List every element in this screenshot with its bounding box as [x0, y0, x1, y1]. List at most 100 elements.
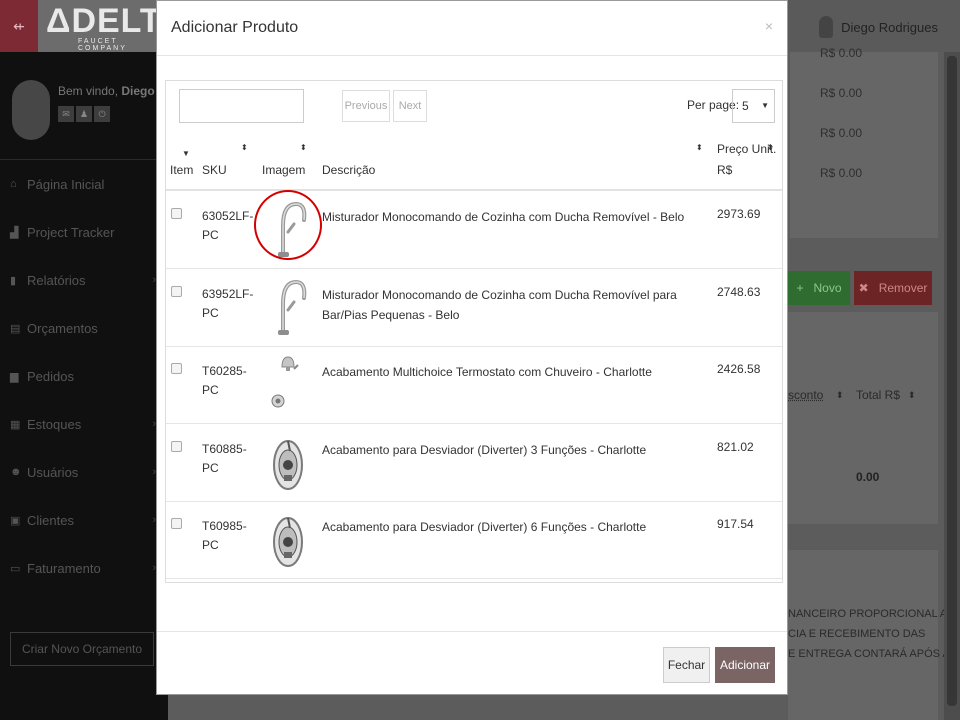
- table-row[interactable]: 63052LF-PC Misturador Monocomando de Cozi…: [166, 190, 782, 269]
- bg-col-desconto[interactable]: sconto: [788, 388, 823, 402]
- col-preco-unit: R$: [717, 163, 733, 177]
- row-sku: T60285-PC: [202, 364, 247, 397]
- product-table-container: Previous Next Per page: 5 ▼ ▼ ⬍ ⬍ ⬍ ⬍ It…: [165, 80, 783, 583]
- logo-subtext: FAUCET COMPANY: [78, 38, 127, 52]
- sidebar-item-label: Página Inicial: [27, 176, 105, 192]
- sidebar-item[interactable]: ▣ Clientes ›: [0, 496, 168, 544]
- sidebar-item[interactable]: ▆ Pedidos: [0, 352, 168, 400]
- row-sku: 63052LF-PC: [202, 209, 254, 242]
- truck-icon: ▆: [10, 370, 19, 383]
- row-checkbox[interactable]: [171, 208, 182, 219]
- row-description: Acabamento Multichoice Termostato com Ch…: [322, 365, 652, 379]
- next-button[interactable]: Next: [393, 90, 427, 122]
- sidebar-item[interactable]: ▟ Project Tracker: [0, 208, 168, 256]
- sort-desc-icon[interactable]: ▼: [182, 149, 190, 158]
- row-price: 2973.69: [717, 207, 761, 221]
- col-imagem[interactable]: Imagem: [262, 163, 305, 177]
- sidebar-item[interactable]: ▦ Estoques ›: [0, 400, 168, 448]
- terms-line: E ENTREGA CONTARÁ APÓS A: [788, 648, 950, 660]
- per-page-value: 5: [742, 99, 749, 113]
- sidebar-item-label: Pedidos: [27, 368, 74, 384]
- scrollbar-thumb[interactable]: [947, 56, 957, 706]
- quote-items-table: [788, 312, 938, 524]
- delta-logo[interactable]: ΔDELTA FAUCET COMPANY: [38, 0, 184, 52]
- remover-label: Remover: [878, 281, 928, 295]
- profile-actions: ✉ ♟ ⏻: [58, 106, 110, 122]
- user-icon[interactable]: ♟: [76, 106, 92, 122]
- sidebar-item[interactable]: ▭ Faturamento ›: [0, 544, 168, 592]
- welcome-text: Bem vindo, Diego: [58, 84, 155, 98]
- col-item[interactable]: Item: [170, 163, 193, 177]
- row-price: 917.54: [717, 517, 754, 531]
- row-description: Acabamento para Desviador (Diverter) 3 F…: [322, 442, 647, 457]
- previous-button[interactable]: Previous: [342, 90, 390, 122]
- menu-toggle-icon[interactable]: ⇷: [0, 0, 38, 52]
- sort-icon[interactable]: ⬍: [696, 143, 703, 152]
- product-image[interactable]: [264, 274, 312, 340]
- product-image[interactable]: [264, 351, 312, 417]
- add-product-modal: Adicionar Produto × Previous Next Per pa…: [156, 0, 788, 695]
- page-scrollbar[interactable]: [944, 52, 960, 720]
- row-checkbox[interactable]: [171, 363, 182, 374]
- sort-icon[interactable]: ⬍: [836, 390, 844, 401]
- power-icon[interactable]: ⏻: [94, 106, 110, 122]
- product-image[interactable]: [254, 190, 322, 262]
- sort-icon[interactable]: ⬍: [300, 143, 307, 152]
- table-row[interactable]: T60885-PC Acabamento para Desviador (Dive…: [166, 424, 782, 502]
- sidebar-item[interactable]: ☻ Usuários ›: [0, 448, 168, 496]
- col-preco[interactable]: Preço Unit.: [717, 142, 776, 156]
- row-checkbox[interactable]: [171, 440, 182, 452]
- row-sku: T60885-PC: [202, 441, 247, 475]
- row-price: 821.02: [717, 439, 754, 454]
- sort-icon[interactable]: ⬍: [908, 390, 916, 401]
- bg-col-total[interactable]: Total R$: [856, 388, 900, 402]
- novo-label: Novo: [813, 281, 842, 295]
- sort-icon[interactable]: ⬍: [241, 143, 248, 152]
- product-image[interactable]: [264, 429, 312, 495]
- bg-price-2: R$ 0.00: [820, 86, 863, 100]
- highlight-circle: [254, 190, 322, 260]
- modal-title: Adicionar Produto: [171, 19, 299, 36]
- product-image[interactable]: [264, 506, 312, 572]
- table-row[interactable]: T60985-PC Acabamento para Desviador (Dive…: [166, 501, 782, 579]
- close-icon[interactable]: ×: [765, 18, 773, 34]
- search-input[interactable]: [179, 89, 304, 123]
- sidebar-item-label: Project Tracker: [27, 224, 115, 240]
- modal-footer: Fechar Adicionar: [157, 631, 787, 695]
- remove-icon: ✖: [858, 281, 869, 295]
- bg-price-1: R$ 0.00: [820, 46, 863, 60]
- sidebar-item[interactable]: ▤ Orçamentos: [0, 304, 168, 352]
- row-description: Acabamento para Desviador (Diverter) 6 F…: [322, 520, 647, 534]
- user-menu[interactable]: Diego Rodrigues: [819, 16, 938, 38]
- bar-chart-icon: ▮: [10, 274, 17, 287]
- sidebar-item[interactable]: ▮ Relatórios ›: [0, 256, 168, 304]
- sidebar-item-label: Faturamento: [27, 560, 101, 576]
- table-row[interactable]: T60285-PC Acabamento Multichoice Termosta…: [166, 346, 782, 424]
- sidebar-item[interactable]: ⌂ Página Inicial: [0, 160, 168, 208]
- document-icon: ▤: [10, 322, 21, 335]
- sidebar-item-label: Usuários: [27, 464, 79, 480]
- per-page-select[interactable]: 5 ▼: [732, 89, 775, 123]
- user-name: Diego Rodrigues: [841, 19, 938, 35]
- avatar: [12, 80, 50, 140]
- welcome-prefix: Bem vindo,: [58, 84, 119, 98]
- remover-button[interactable]: ✖ Remover: [854, 271, 932, 305]
- sidebar-item-label: Relatórios: [27, 272, 86, 288]
- add-button[interactable]: Adicionar: [715, 647, 775, 683]
- terms-line: CIA E RECEBIMENTO DAS: [788, 628, 926, 640]
- row-checkbox[interactable]: [171, 518, 182, 529]
- table-row[interactable]: 63952LF-PC Misturador Monocomando de Cozi…: [166, 269, 782, 347]
- new-quote-button[interactable]: Criar Novo Orçamento: [10, 632, 154, 666]
- row-price: 2748.63: [717, 284, 761, 299]
- terms-line: NANCEIRO PROPORCIONAL A: [788, 608, 948, 620]
- dashboard-icon: ⌂: [10, 178, 17, 190]
- col-descricao[interactable]: Descrição: [322, 163, 375, 177]
- quote-summary-panel: [790, 52, 938, 238]
- row-checkbox[interactable]: [171, 285, 182, 297]
- col-sku[interactable]: SKU: [202, 163, 227, 177]
- welcome-name: Diego: [121, 84, 155, 98]
- novo-button[interactable]: + Novo: [788, 271, 850, 305]
- close-button[interactable]: Fechar: [663, 647, 710, 683]
- money-icon: ▭: [10, 562, 21, 575]
- mail-icon[interactable]: ✉: [58, 106, 74, 122]
